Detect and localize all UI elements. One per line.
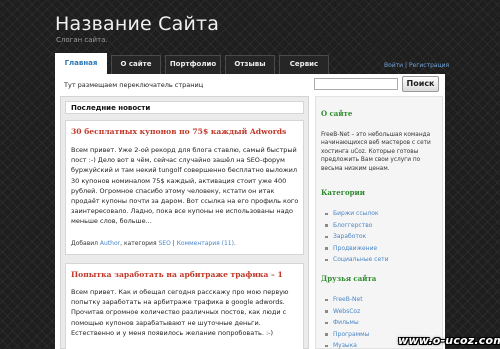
tab-reviews[interactable]: Отзывы [225,55,275,74]
categories-list: Биржи ссылок Блоггерство Заработок Продв… [324,208,440,266]
register-link[interactable]: Регистрация [409,62,449,69]
tab-home[interactable]: Главная [55,53,107,74]
category-link[interactable]: Социальные сети [333,256,389,263]
post-excerpt: Всем привет. Как и обещал сегодня расска… [71,288,289,337]
category-link[interactable]: Продвижение [333,245,377,252]
post: Попытка заработать на арбитраже трафика … [65,263,304,349]
sidebar-about-text: FreeB-Net – это небольшая команда начина… [321,132,431,172]
post-comments-link[interactable]: Комментария (11) [177,240,234,247]
category-item: Заработок [324,231,440,243]
sidebar-about-heading: О сайте [321,109,353,118]
tab-service[interactable]: Сервис [279,55,329,74]
friend-link[interactable]: Программы [333,331,369,338]
post-author-link[interactable]: Author [100,240,120,247]
category-item: Социальные сети [324,254,440,266]
page-container: Тут размещаем переключатель страниц Поис… [55,74,445,349]
watermark-text: www.o-ucoz.com [398,334,500,347]
post-category-link[interactable]: SEO [158,240,170,247]
sidebar-friends-heading: Друзья сайта [321,274,377,283]
page-switcher-text: Тут размещаем переключатель страниц [64,81,204,89]
friend-item: Фильмы [324,317,440,329]
post-meta-end: . [233,240,236,247]
category-link[interactable]: Блоггерство [333,222,372,229]
post-title-link[interactable]: Попытка заработать на арбитраже трафика … [71,270,283,279]
friend-link[interactable]: WebsCoz [333,308,360,315]
post-title-link[interactable]: 30 бесплатных купонов по 75$ каждый Adwo… [71,127,286,136]
tab-about[interactable]: О сайте [111,55,161,74]
post-excerpt: Всем привет. Уже 2-ой рекорд для блога с… [71,146,299,226]
login-link[interactable]: Войти [384,62,403,69]
latest-news-heading: Последние новости [71,104,151,112]
latest-news-header: Последние новости [65,101,304,114]
post: 30 бесплатных купонов по 75$ каждый Adwo… [65,120,304,255]
search-button[interactable]: Поиск [402,76,439,92]
sidebar-categories-heading: Категории [321,188,365,197]
site-slogan: Слоган сайта. [56,36,108,44]
search-input[interactable] [314,78,398,90]
category-link[interactable]: Заработок [333,233,366,240]
friend-link[interactable]: Музыка [333,342,357,349]
friend-link[interactable]: Фильмы [333,319,359,326]
category-item: Блоггерство [324,220,440,232]
post-meta-category-label: , категория [120,240,159,247]
post-meta-added: Добавил [71,240,100,247]
category-link[interactable]: Биржи ссылок [333,210,379,217]
auth-links: Войти | Регистрация [384,62,449,69]
main-column: Последние новости 30 бесплатных купонов … [60,96,309,349]
category-item: Биржи ссылок [324,208,440,220]
tab-portfolio[interactable]: Портфолио [165,55,221,74]
site-title: Название Сайта [55,13,220,35]
friend-link[interactable]: FreeB-Net [333,296,363,303]
friend-item: WebsCoz [324,306,440,318]
category-item: Продвижение [324,243,440,255]
post-meta: Добавил Author, категория SEO | Коммента… [71,240,236,247]
friend-item: FreeB-Net [324,294,440,306]
sidebar: О сайте FreeB-Net – это небольшая команд… [315,96,443,349]
